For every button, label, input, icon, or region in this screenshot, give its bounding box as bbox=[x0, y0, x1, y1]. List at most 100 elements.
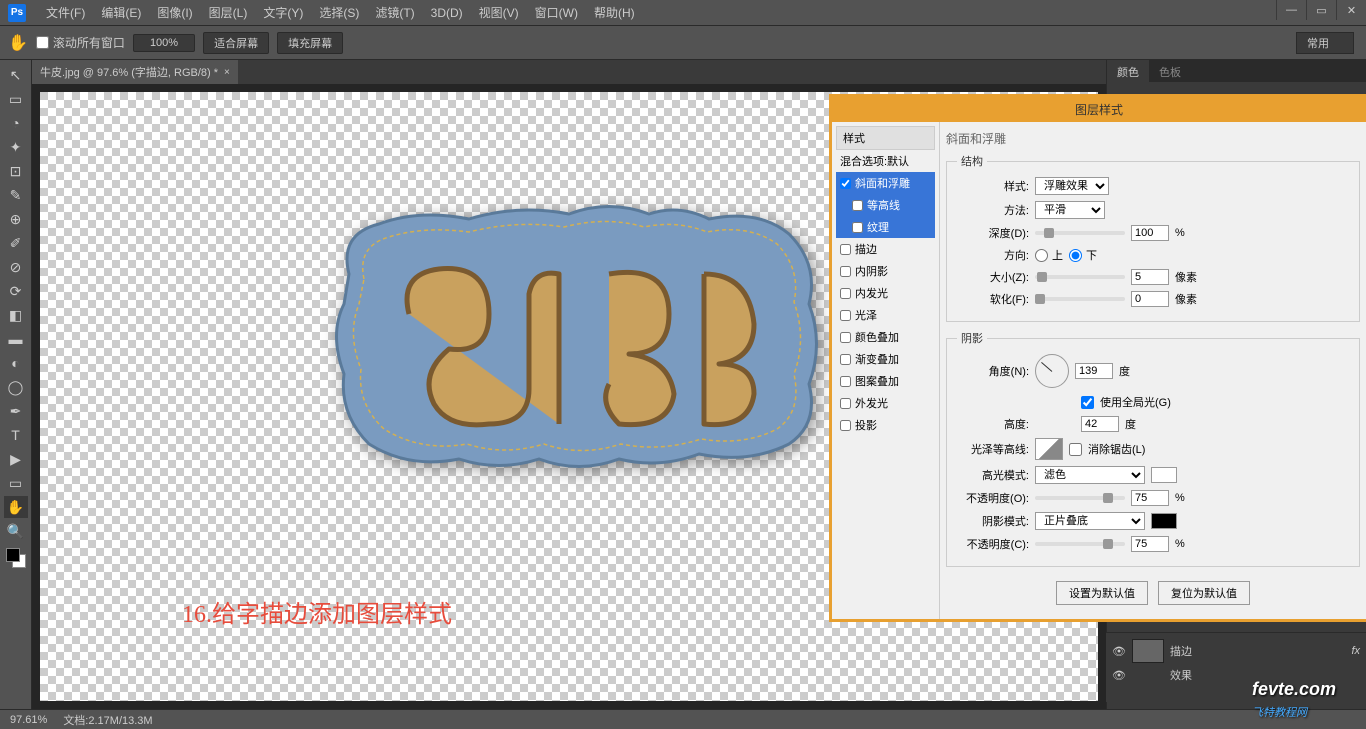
shadow-color[interactable] bbox=[1151, 513, 1177, 529]
direction-up-radio[interactable] bbox=[1035, 249, 1048, 262]
color-overlay-cb[interactable] bbox=[840, 332, 851, 343]
scroll-all-cb[interactable] bbox=[36, 36, 49, 49]
menu-window[interactable]: 窗口(W) bbox=[527, 4, 586, 21]
menu-type[interactable]: 文字(Y) bbox=[255, 4, 311, 21]
antialias-cb[interactable] bbox=[1069, 443, 1082, 456]
lasso-tool[interactable]: ◔ bbox=[4, 112, 28, 134]
angle-input[interactable] bbox=[1075, 363, 1113, 379]
heal-tool[interactable]: ⊕ bbox=[4, 208, 28, 230]
pen-tool[interactable]: ✒ bbox=[4, 400, 28, 422]
reset-default-button[interactable]: 复位为默认值 bbox=[1158, 581, 1250, 605]
inner-glow-cb[interactable] bbox=[840, 288, 851, 299]
menu-layer[interactable]: 图层(L) bbox=[201, 4, 256, 21]
inner-glow-row[interactable]: 内发光 bbox=[836, 282, 935, 304]
gradient-tool[interactable]: ▬ bbox=[4, 328, 28, 350]
stroke-row[interactable]: 描边 bbox=[836, 238, 935, 260]
layer-row[interactable]: 👁 描边 fx bbox=[1110, 637, 1362, 665]
menu-3d[interactable]: 3D(D) bbox=[423, 6, 471, 20]
status-zoom[interactable]: 97.61% bbox=[10, 714, 47, 726]
drop-shadow-row[interactable]: 投影 bbox=[836, 414, 935, 436]
inner-shadow-cb[interactable] bbox=[840, 266, 851, 277]
type-tool[interactable]: T bbox=[4, 424, 28, 446]
inner-shadow-row[interactable]: 内阴影 bbox=[836, 260, 935, 282]
minimize-button[interactable]: — bbox=[1276, 0, 1306, 20]
hand-tool[interactable]: ✋ bbox=[4, 496, 28, 518]
move-tool[interactable]: ↖ bbox=[4, 64, 28, 86]
menu-file[interactable]: 文件(F) bbox=[38, 4, 93, 21]
texture-row[interactable]: 纹理 bbox=[836, 216, 935, 238]
color-swatches[interactable] bbox=[6, 548, 26, 568]
bevel-cb[interactable] bbox=[840, 178, 851, 189]
fill-screen-button[interactable]: 填充屏幕 bbox=[277, 32, 343, 54]
sh-opacity-slider[interactable] bbox=[1035, 542, 1125, 546]
zoom-level-box[interactable]: 100% bbox=[133, 34, 195, 52]
soften-slider[interactable] bbox=[1035, 297, 1125, 301]
pattern-overlay-cb[interactable] bbox=[840, 376, 851, 387]
outer-glow-row[interactable]: 外发光 bbox=[836, 392, 935, 414]
style-select[interactable]: 浮雕效果 bbox=[1035, 177, 1109, 195]
hl-opacity-input[interactable] bbox=[1131, 490, 1169, 506]
menu-filter[interactable]: 滤镜(T) bbox=[367, 4, 422, 21]
gloss-contour[interactable] bbox=[1035, 438, 1063, 460]
marquee-tool[interactable]: ▭ bbox=[4, 88, 28, 110]
depth-slider[interactable] bbox=[1035, 231, 1125, 235]
shadow-mode-select[interactable]: 正片叠底 bbox=[1035, 512, 1145, 530]
crop-tool[interactable]: ⊡ bbox=[4, 160, 28, 182]
stamp-tool[interactable]: ⊘ bbox=[4, 256, 28, 278]
altitude-input[interactable] bbox=[1081, 416, 1119, 432]
visibility-icon[interactable]: 👁 bbox=[1112, 645, 1126, 658]
pattern-overlay-row[interactable]: 图案叠加 bbox=[836, 370, 935, 392]
texture-cb[interactable] bbox=[852, 222, 863, 233]
scroll-all-windows-checkbox[interactable]: 滚动所有窗口 bbox=[36, 34, 125, 51]
gradient-overlay-cb[interactable] bbox=[840, 354, 851, 365]
hl-opacity-slider[interactable] bbox=[1035, 496, 1125, 500]
direction-down-radio[interactable] bbox=[1069, 249, 1082, 262]
path-tool[interactable]: ▶ bbox=[4, 448, 28, 470]
menu-help[interactable]: 帮助(H) bbox=[586, 4, 643, 21]
color-overlay-row[interactable]: 颜色叠加 bbox=[836, 326, 935, 348]
angle-dial[interactable] bbox=[1035, 354, 1069, 388]
document-tab[interactable]: 牛皮.jpg @ 97.6% (字描边, RGB/8) * × bbox=[32, 60, 238, 84]
layer-thumbnail[interactable] bbox=[1132, 639, 1164, 663]
depth-input[interactable] bbox=[1131, 225, 1169, 241]
contour-row[interactable]: 等高线 bbox=[836, 194, 935, 216]
contour-cb[interactable] bbox=[852, 200, 863, 211]
size-input[interactable] bbox=[1131, 269, 1169, 285]
maximize-button[interactable]: ▭ bbox=[1306, 0, 1336, 20]
menu-edit[interactable]: 编辑(E) bbox=[93, 4, 149, 21]
history-brush-tool[interactable]: ⟳ bbox=[4, 280, 28, 302]
eraser-tool[interactable]: ◧ bbox=[4, 304, 28, 326]
fit-screen-button[interactable]: 适合屏幕 bbox=[203, 32, 269, 54]
highlight-mode-select[interactable]: 滤色 bbox=[1035, 466, 1145, 484]
gradient-overlay-row[interactable]: 渐变叠加 bbox=[836, 348, 935, 370]
size-slider[interactable] bbox=[1035, 275, 1125, 279]
make-default-button[interactable]: 设置为默认值 bbox=[1056, 581, 1148, 605]
swatches-tab[interactable]: 色板 bbox=[1149, 60, 1191, 82]
brush-tool[interactable]: ✐ bbox=[4, 232, 28, 254]
drop-shadow-cb[interactable] bbox=[840, 420, 851, 431]
dodge-tool[interactable]: ◯ bbox=[4, 376, 28, 398]
shape-tool[interactable]: ▭ bbox=[4, 472, 28, 494]
wand-tool[interactable]: ✦ bbox=[4, 136, 28, 158]
zoom-tool[interactable]: 🔍 bbox=[4, 520, 28, 542]
menu-view[interactable]: 视图(V) bbox=[471, 4, 527, 21]
highlight-color[interactable] bbox=[1151, 467, 1177, 483]
stroke-cb[interactable] bbox=[840, 244, 851, 255]
color-tab[interactable]: 颜色 bbox=[1107, 60, 1149, 82]
workspace-dropdown[interactable]: 常用 bbox=[1296, 32, 1354, 54]
visibility-icon[interactable]: 👁 bbox=[1112, 669, 1126, 682]
bevel-emboss-row[interactable]: 斜面和浮雕 bbox=[836, 172, 935, 194]
blend-options-row[interactable]: 混合选项:默认 bbox=[836, 150, 935, 172]
menu-select[interactable]: 选择(S) bbox=[311, 4, 367, 21]
soften-input[interactable] bbox=[1131, 291, 1169, 307]
technique-select[interactable]: 平滑 bbox=[1035, 201, 1105, 219]
eyedropper-tool[interactable]: ✎ bbox=[4, 184, 28, 206]
menu-image[interactable]: 图像(I) bbox=[149, 4, 200, 21]
outer-glow-cb[interactable] bbox=[840, 398, 851, 409]
global-light-cb[interactable] bbox=[1081, 396, 1094, 409]
satin-row[interactable]: 光泽 bbox=[836, 304, 935, 326]
tab-close-button[interactable]: × bbox=[224, 67, 230, 78]
satin-cb[interactable] bbox=[840, 310, 851, 321]
sh-opacity-input[interactable] bbox=[1131, 536, 1169, 552]
blur-tool[interactable]: ◐ bbox=[4, 352, 28, 374]
